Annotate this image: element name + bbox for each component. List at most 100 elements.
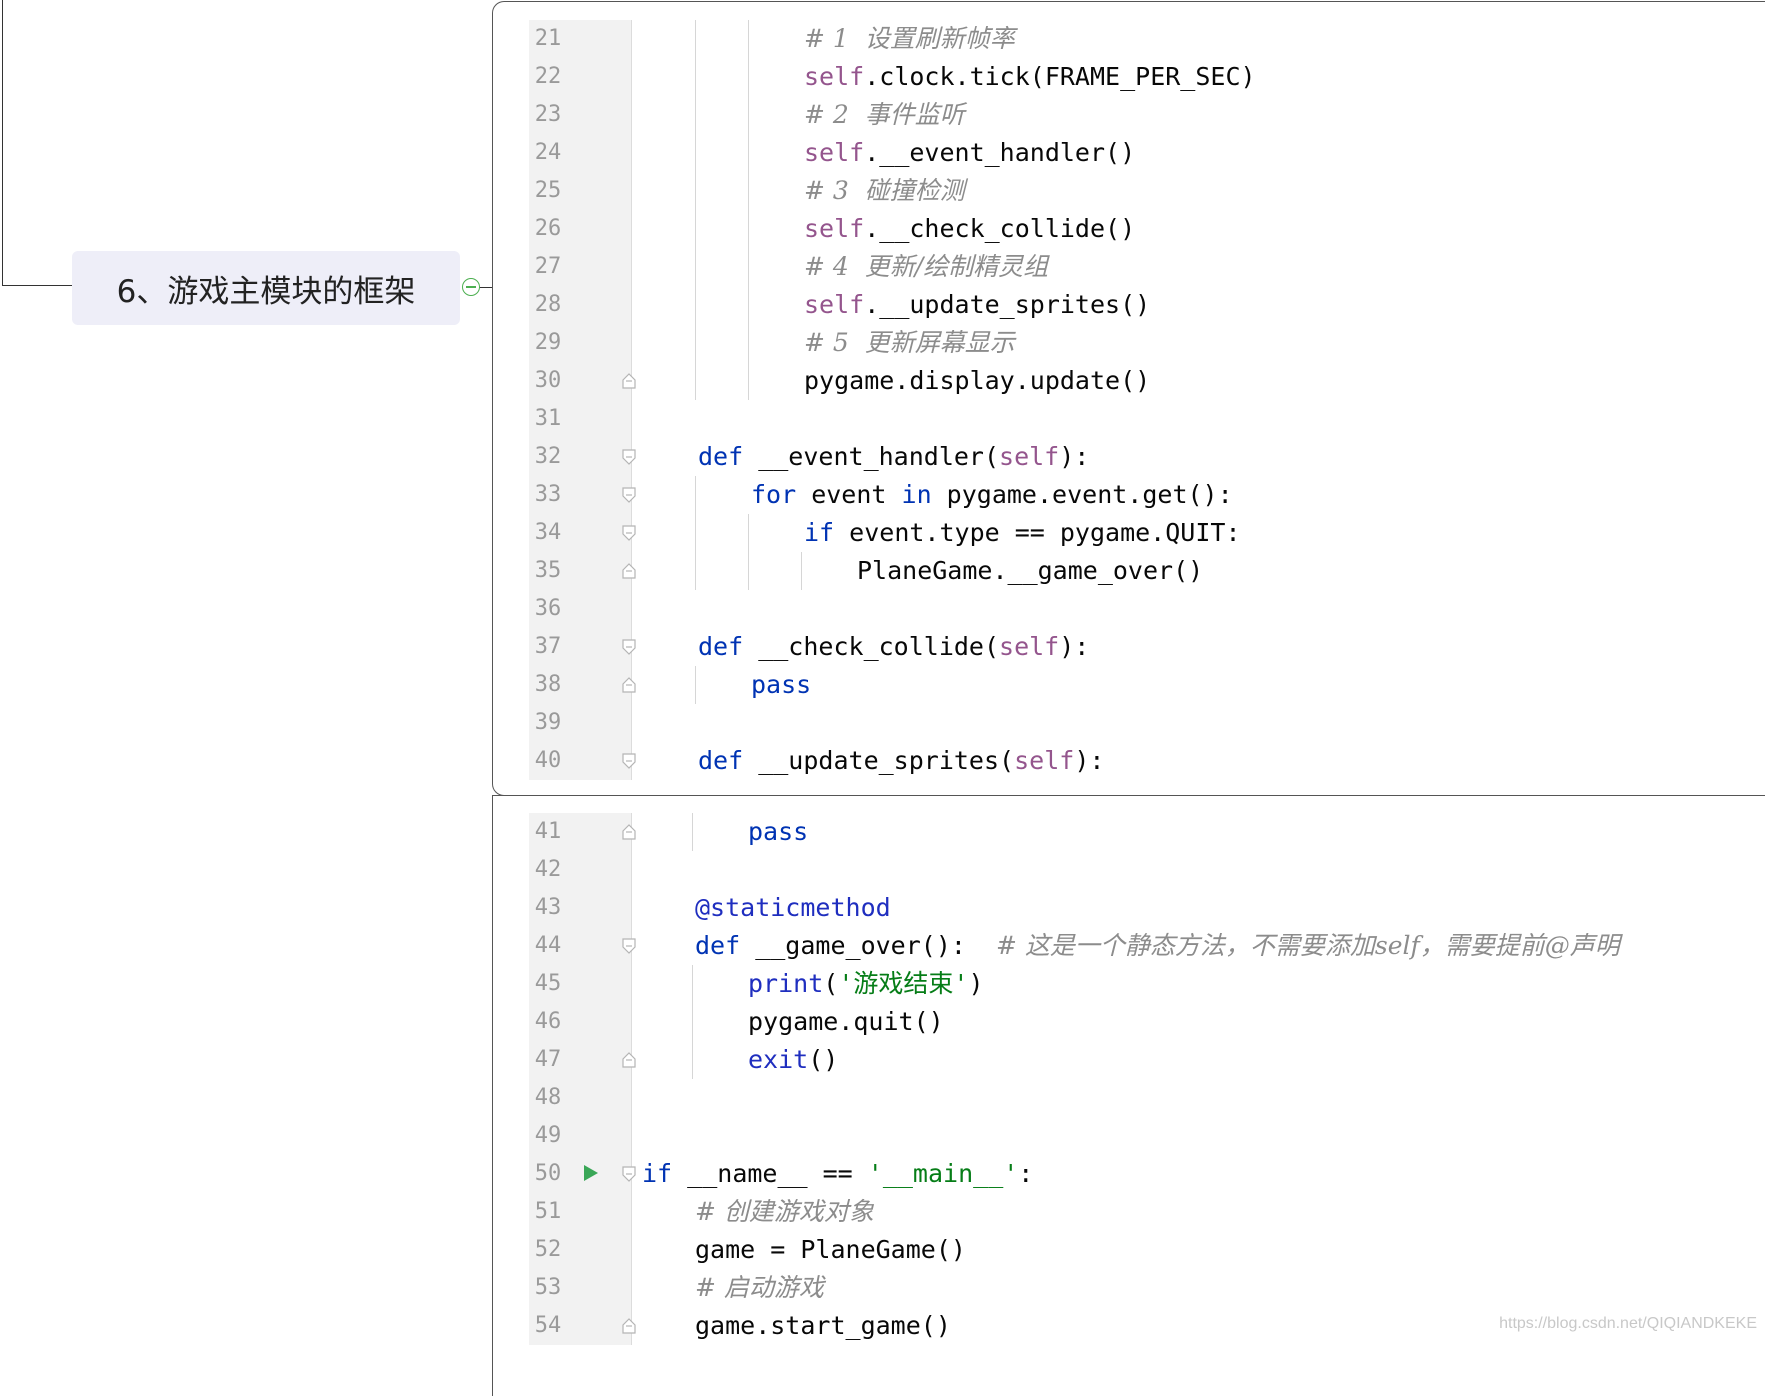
indent-guide — [695, 362, 696, 400]
code-token: pass — [751, 670, 812, 699]
fold-start-icon[interactable] — [622, 639, 636, 655]
code-line[interactable]: 33 for event in pygame.event.get(): — [529, 476, 1729, 514]
fold-end-icon[interactable] — [622, 1318, 636, 1334]
mindmap-node[interactable]: 6、游戏主模块的框架 — [72, 251, 460, 325]
fold-start-icon[interactable] — [622, 525, 636, 541]
code-line[interactable]: 23 # 2 事件监听 — [529, 96, 1729, 134]
code-token: # 5 更新屏幕显示 — [804, 328, 1015, 357]
code-line[interactable]: 44 def __game_over(): # 这是一个静态方法，不需要添加sel… — [529, 927, 1729, 965]
fold-start-icon[interactable] — [622, 449, 636, 465]
code-line[interactable]: 26 self.__check_collide() — [529, 210, 1729, 248]
indent-guide — [692, 813, 693, 851]
code-line[interactable]: 31 — [529, 400, 1729, 438]
code-token: ) — [968, 969, 984, 998]
fold-start-icon[interactable] — [622, 938, 636, 954]
line-number: 40 — [534, 748, 562, 773]
indent-guide — [692, 1003, 693, 1041]
code-text: # 5 更新屏幕显示 — [804, 324, 1015, 362]
code-token: event.type == pygame.QUIT: — [834, 518, 1241, 547]
code-line[interactable]: 40 def __update_sprites(self): — [529, 742, 1729, 780]
code-line[interactable]: 22 self.clock.tick(FRAME_PER_SEC) — [529, 58, 1729, 96]
code-text: game = PlaneGame() — [695, 1231, 966, 1269]
line-number: 38 — [534, 672, 562, 697]
code-line[interactable]: 43 @staticmethod — [529, 889, 1729, 927]
code-line[interactable]: 38 pass — [529, 666, 1729, 704]
code-text: pygame.display.update() — [804, 362, 1150, 400]
run-icon[interactable] — [584, 1165, 598, 1181]
code-text: self.__update_sprites() — [804, 286, 1150, 324]
fold-end-icon[interactable] — [622, 677, 636, 693]
code-text: PlaneGame.__game_over() — [857, 552, 1203, 590]
code-line[interactable]: 25 # 3 碰撞检测 — [529, 172, 1729, 210]
code-text: # 4 更新/绘制精灵组 — [804, 248, 1048, 286]
code-line[interactable]: 41 pass — [529, 813, 1729, 851]
code-line[interactable]: 39 — [529, 704, 1729, 742]
code-line[interactable]: 50 if __name__ == '__main__': — [529, 1155, 1729, 1193]
indent-guide — [695, 58, 696, 96]
code-line[interactable]: 29 # 5 更新屏幕显示 — [529, 324, 1729, 362]
code-line[interactable]: 53 # 启动游戏 — [529, 1269, 1729, 1307]
line-number: 45 — [534, 971, 562, 996]
line-number: 24 — [534, 140, 562, 165]
code-line[interactable]: 30 pygame.display.update() — [529, 362, 1729, 400]
code-token: @staticmethod — [695, 893, 891, 922]
indent-guide — [692, 965, 693, 1003]
code-token: pygame.display.update() — [804, 366, 1151, 395]
code-text: pygame.quit() — [748, 1003, 944, 1041]
code-line[interactable]: 51 # 创建游戏对象 — [529, 1193, 1729, 1231]
code-token: self — [804, 62, 865, 91]
code-line[interactable]: 21 # 1 设置刷新帧率 — [529, 20, 1729, 58]
code-line[interactable]: 36 — [529, 590, 1729, 628]
code-line[interactable]: 52 game = PlaneGame() — [529, 1231, 1729, 1269]
fold-end-icon[interactable] — [622, 373, 636, 389]
code-line[interactable]: 34 if event.type == pygame.QUIT: — [529, 514, 1729, 552]
code-line[interactable]: 49 — [529, 1117, 1729, 1155]
code-token: ): — [1074, 746, 1105, 775]
line-number: 31 — [534, 406, 562, 431]
code-text: def __game_over(): # 这是一个静态方法，不需要添加self，… — [695, 927, 1620, 965]
code-line[interactable]: 35 PlaneGame.__game_over() — [529, 552, 1729, 590]
fold-start-icon[interactable] — [622, 753, 636, 769]
fold-start-icon[interactable] — [622, 487, 636, 503]
indent-guide — [748, 324, 749, 362]
code-token: __name__ == — [672, 1159, 868, 1188]
code-text: for event in pygame.event.get(): — [751, 476, 1233, 514]
line-number: 52 — [534, 1237, 562, 1262]
code-token: __update_sprites( — [743, 746, 1015, 775]
fold-end-icon[interactable] — [622, 824, 636, 840]
code-line[interactable]: 42 — [529, 851, 1729, 889]
code-line[interactable]: 24 self.__event_handler() — [529, 134, 1729, 172]
code-line[interactable]: 45 print('游戏结束') — [529, 965, 1729, 1003]
code-line[interactable]: 47 exit() — [529, 1041, 1729, 1079]
indent-guide — [748, 134, 749, 172]
code-token: def — [698, 632, 744, 661]
code-token: def — [698, 746, 744, 775]
code-line[interactable]: 48 — [529, 1079, 1729, 1117]
code-token: self — [999, 442, 1060, 471]
line-number: 23 — [534, 102, 562, 127]
fold-end-icon[interactable] — [622, 1052, 636, 1068]
code-token: if — [804, 518, 835, 547]
code-token: for — [751, 480, 797, 509]
collapse-toggle-icon[interactable] — [462, 278, 480, 296]
line-number: 46 — [534, 1009, 562, 1034]
code-token: self — [804, 138, 865, 167]
code-line[interactable]: 46 pygame.quit() — [529, 1003, 1729, 1041]
fold-end-icon[interactable] — [622, 563, 636, 579]
line-number: 51 — [534, 1199, 562, 1224]
code-token: # 4 更新/绘制精灵组 — [804, 252, 1049, 281]
code-token: # 2 事件监听 — [804, 100, 965, 129]
code-line[interactable]: 37 def __check_collide(self): — [529, 628, 1729, 666]
code-token: pass — [748, 817, 809, 846]
code-line[interactable]: 27 # 4 更新/绘制精灵组 — [529, 248, 1729, 286]
line-number: 50 — [534, 1161, 562, 1186]
line-number: 21 — [534, 26, 562, 51]
code-line[interactable]: 32 def __event_handler(self): — [529, 438, 1729, 476]
line-number: 47 — [534, 1047, 562, 1072]
code-line[interactable]: 28 self.__update_sprites() — [529, 286, 1729, 324]
line-number: 43 — [534, 895, 562, 920]
code-token: __event_handler( — [743, 442, 1000, 471]
fold-start-icon[interactable] — [622, 1166, 636, 1182]
code-token: def — [695, 931, 741, 960]
line-number: 28 — [534, 292, 562, 317]
